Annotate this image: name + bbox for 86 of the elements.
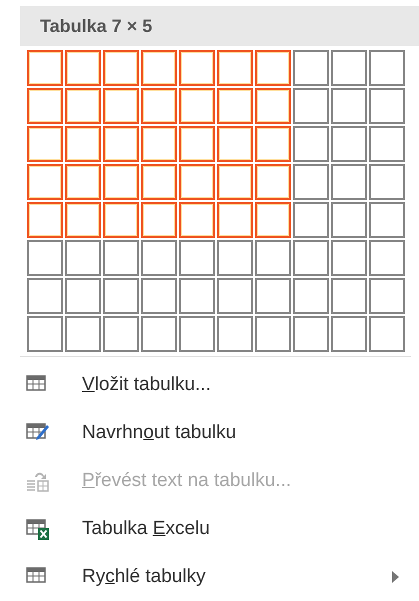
grid-cell[interactable]	[103, 278, 139, 314]
grid-cell[interactable]	[179, 88, 215, 124]
grid-cell[interactable]	[217, 126, 253, 162]
grid-cell[interactable]	[179, 240, 215, 276]
grid-cell[interactable]	[293, 50, 329, 86]
grid-cell[interactable]	[369, 88, 405, 124]
grid-cell[interactable]	[331, 240, 367, 276]
grid-cell[interactable]	[369, 202, 405, 238]
grid-cell[interactable]	[255, 202, 291, 238]
grid-cell[interactable]	[103, 240, 139, 276]
spreadsheet-icon	[26, 517, 50, 541]
grid-cell[interactable]	[141, 50, 177, 86]
menu-item[interactable]: Tabulka Excelu	[0, 505, 419, 553]
grid-cell[interactable]	[255, 88, 291, 124]
grid-cell[interactable]	[65, 316, 101, 352]
menu-header: Tabulka 7 × 5	[20, 6, 419, 46]
grid-cell[interactable]	[331, 164, 367, 200]
grid-cell[interactable]	[65, 88, 101, 124]
grid-cell[interactable]	[369, 50, 405, 86]
grid-cell[interactable]	[65, 240, 101, 276]
grid-cell[interactable]	[103, 126, 139, 162]
grid-cell[interactable]	[65, 126, 101, 162]
grid-cell[interactable]	[27, 50, 63, 86]
grid-cell[interactable]	[255, 126, 291, 162]
grid-cell[interactable]	[331, 202, 367, 238]
grid-cell[interactable]	[141, 202, 177, 238]
grid-cell[interactable]	[141, 88, 177, 124]
menu-item[interactable]: Vložit tabulku...	[0, 361, 419, 409]
grid-cell[interactable]	[65, 278, 101, 314]
grid-cell[interactable]	[293, 88, 329, 124]
grid-cell[interactable]	[27, 164, 63, 200]
grid-cell[interactable]	[179, 278, 215, 314]
grid-cell[interactable]	[217, 164, 253, 200]
grid-cell[interactable]	[293, 126, 329, 162]
grid-cell[interactable]	[217, 278, 253, 314]
grid-cell[interactable]	[103, 164, 139, 200]
grid-cell[interactable]	[217, 240, 253, 276]
grid-cell[interactable]	[369, 164, 405, 200]
grid-cell[interactable]	[141, 126, 177, 162]
menu-item[interactable]: Rychlé tabulky	[0, 553, 419, 601]
grid-cell[interactable]	[141, 278, 177, 314]
grid-cell[interactable]	[103, 88, 139, 124]
grid-cell[interactable]	[293, 164, 329, 200]
grid-cell[interactable]	[27, 278, 63, 314]
grid-cell[interactable]	[255, 316, 291, 352]
grid-cell[interactable]	[103, 316, 139, 352]
grid-cell[interactable]	[27, 316, 63, 352]
menu-item[interactable]: Navrhnout tabulku	[0, 409, 419, 457]
grid-cell[interactable]	[141, 164, 177, 200]
grid-cell[interactable]	[369, 126, 405, 162]
grid-cell[interactable]	[65, 202, 101, 238]
grid-cell[interactable]	[255, 50, 291, 86]
grid-cell[interactable]	[27, 240, 63, 276]
grid-cell[interactable]	[217, 316, 253, 352]
grid-cell[interactable]	[65, 50, 101, 86]
grid-cell[interactable]	[331, 126, 367, 162]
grid-cell[interactable]	[217, 202, 253, 238]
grid-cell[interactable]	[27, 202, 63, 238]
grid-cell[interactable]	[179, 126, 215, 162]
grid-cell[interactable]	[179, 50, 215, 86]
grid-cell[interactable]	[27, 126, 63, 162]
grid-cell[interactable]	[369, 240, 405, 276]
grid-cell[interactable]	[141, 316, 177, 352]
grid-cell[interactable]	[217, 50, 253, 86]
grid-cell[interactable]	[103, 202, 139, 238]
grid-cell[interactable]	[217, 88, 253, 124]
grid-cell[interactable]	[255, 278, 291, 314]
grid-cell[interactable]	[331, 88, 367, 124]
grid-cell[interactable]	[179, 164, 215, 200]
grid-cell[interactable]	[179, 202, 215, 238]
grid-cell[interactable]	[293, 240, 329, 276]
grid-cell[interactable]	[255, 164, 291, 200]
grid-cell[interactable]	[255, 240, 291, 276]
grid-cell[interactable]	[65, 164, 101, 200]
grid-cell[interactable]	[179, 316, 215, 352]
grid-cell[interactable]	[369, 316, 405, 352]
grid-cell[interactable]	[293, 316, 329, 352]
grid-cell[interactable]	[27, 88, 63, 124]
grid-cell[interactable]	[331, 278, 367, 314]
grid-cell[interactable]	[331, 316, 367, 352]
grid-cell[interactable]	[331, 50, 367, 86]
grid-cell[interactable]	[293, 278, 329, 314]
grid-cell[interactable]	[293, 202, 329, 238]
grid-cell[interactable]	[369, 278, 405, 314]
grid-cell[interactable]	[103, 50, 139, 86]
grid-cell[interactable]	[141, 240, 177, 276]
